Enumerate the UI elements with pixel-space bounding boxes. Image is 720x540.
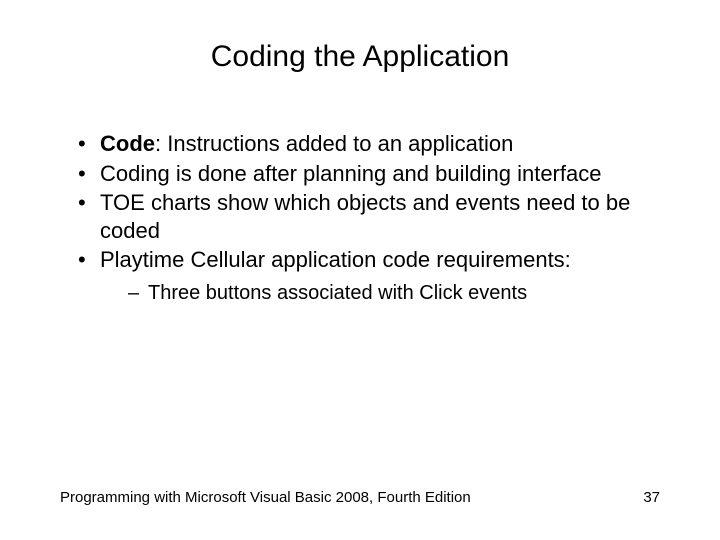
bullet-item: Code: Instructions added to an applicati… (78, 130, 660, 158)
footer-text: Programming with Microsoft Visual Basic … (60, 489, 471, 506)
footer: Programming with Microsoft Visual Basic … (60, 489, 660, 506)
sub-bullet-list: Three buttons associated with Click even… (100, 280, 660, 306)
term-code: Code (100, 131, 155, 156)
bullet-text: : Instructions added to an application (155, 131, 513, 156)
sub-bullet-text: Three buttons associated with Click even… (148, 282, 527, 304)
bullet-text: Coding is done after planning and buildi… (100, 161, 601, 186)
bullet-text: Playtime Cellular application code requi… (100, 247, 571, 272)
page-number: 37 (643, 489, 660, 506)
bullet-list: Code: Instructions added to an applicati… (60, 130, 660, 306)
slide-title: Coding the Application (60, 40, 660, 74)
slide: Coding the Application Code: Instruction… (0, 0, 720, 540)
bullet-item: TOE charts show which objects and events… (78, 189, 660, 244)
sub-bullet-item: Three buttons associated with Click even… (128, 280, 660, 306)
bullet-item: Playtime Cellular application code requi… (78, 246, 660, 306)
bullet-text: TOE charts show which objects and events… (100, 190, 630, 243)
bullet-item: Coding is done after planning and buildi… (78, 160, 660, 188)
